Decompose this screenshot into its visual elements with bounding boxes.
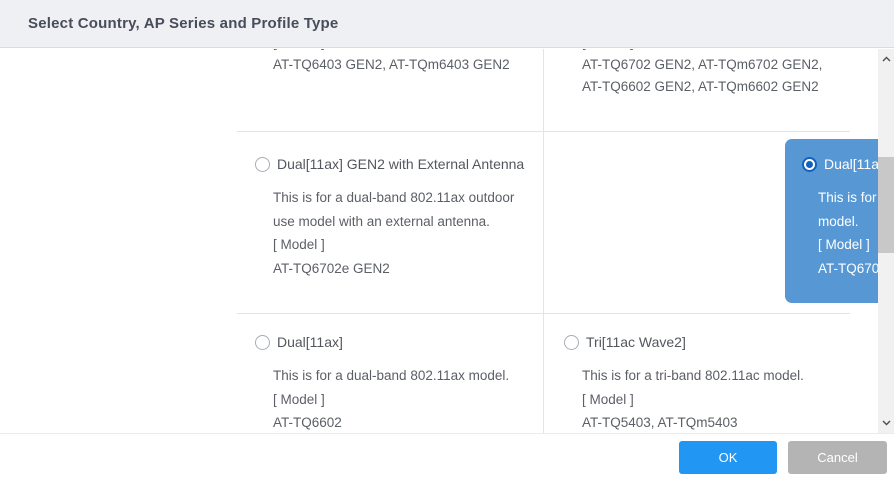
profile-label: Dual[11ax] GEN2 with External Antenna [277, 156, 524, 172]
profile-description: This is for a dual-band 802.11ax outdoor [273, 186, 543, 210]
profile-description: use model with an external antenna. [273, 210, 543, 234]
model-names: AT-TQ6702 GEN2, AT-TQm6702 GEN2, [582, 54, 850, 76]
cancel-button[interactable]: Cancel [788, 441, 887, 474]
profile-cell-dual11ax-gen2-ext-antenna[interactable]: Dual[11ax] GEN2 with External Antenna Th… [237, 132, 543, 313]
vertical-scrollbar[interactable] [878, 49, 894, 433]
profile-scroll-area: [ Model ] AT-TQ6403 GEN2, AT-TQm6403 GEN… [0, 49, 894, 433]
profile-label: Tri[11ac Wave2] [586, 334, 686, 350]
radio-dual11ax[interactable] [255, 335, 270, 350]
model-heading: [ Model ] [273, 388, 543, 412]
model-names: AT-TQ6602 GEN2, AT-TQm6602 GEN2 [582, 76, 850, 98]
profile-cell-gen2-right-partial[interactable]: [ Model ] AT-TQ6702 GEN2, AT-TQm6702 GEN… [544, 49, 850, 131]
model-heading: [ Model ] [582, 388, 850, 412]
model-heading: [ Model ] [273, 233, 543, 257]
profile-description: This is for a dual-band 802.11ax model. [273, 364, 543, 388]
scrollbar-thumb[interactable] [878, 157, 894, 253]
scroll-down-icon[interactable] [878, 415, 894, 431]
model-names: AT-TQ6702e GEN2 [273, 257, 543, 281]
radio-dual11ax-gen2-r[interactable] [802, 157, 817, 172]
ok-button[interactable]: OK [679, 441, 777, 474]
profile-grid: [ Model ] AT-TQ6403 GEN2, AT-TQm6403 GEN… [237, 49, 850, 433]
select-profile-dialog: Select Country, AP Series and Profile Ty… [0, 0, 894, 481]
profile-cell-dual11ax[interactable]: Dual[11ax] This is for a dual-band 802.1… [237, 314, 543, 433]
model-names: AT-TQ5403, AT-TQm5403 [582, 411, 850, 433]
dialog-header: Select Country, AP Series and Profile Ty… [0, 0, 894, 48]
profile-cell-tri11ac-wave2[interactable]: Tri[11ac Wave2] This is for a tri-band 8… [544, 314, 850, 433]
dialog-title: Select Country, AP Series and Profile Ty… [28, 15, 338, 32]
profile-description: This is for a tri-band 802.11ac model. [582, 364, 850, 388]
profile-label: Dual[11ax] [277, 334, 343, 350]
profile-cell-gen2-partial[interactable]: [ Model ] AT-TQ6403 GEN2, AT-TQm6403 GEN… [237, 49, 543, 131]
scroll-up-icon[interactable] [878, 51, 894, 67]
dialog-footer: OK Cancel [0, 433, 894, 481]
radio-dual11ax-gen2-ext-antenna[interactable] [255, 157, 270, 172]
model-names: AT-TQ6602 [273, 411, 543, 433]
model-names: AT-TQ6403 GEN2, AT-TQm6403 GEN2 [273, 54, 543, 76]
radio-tri11ac-wave2[interactable] [564, 335, 579, 350]
